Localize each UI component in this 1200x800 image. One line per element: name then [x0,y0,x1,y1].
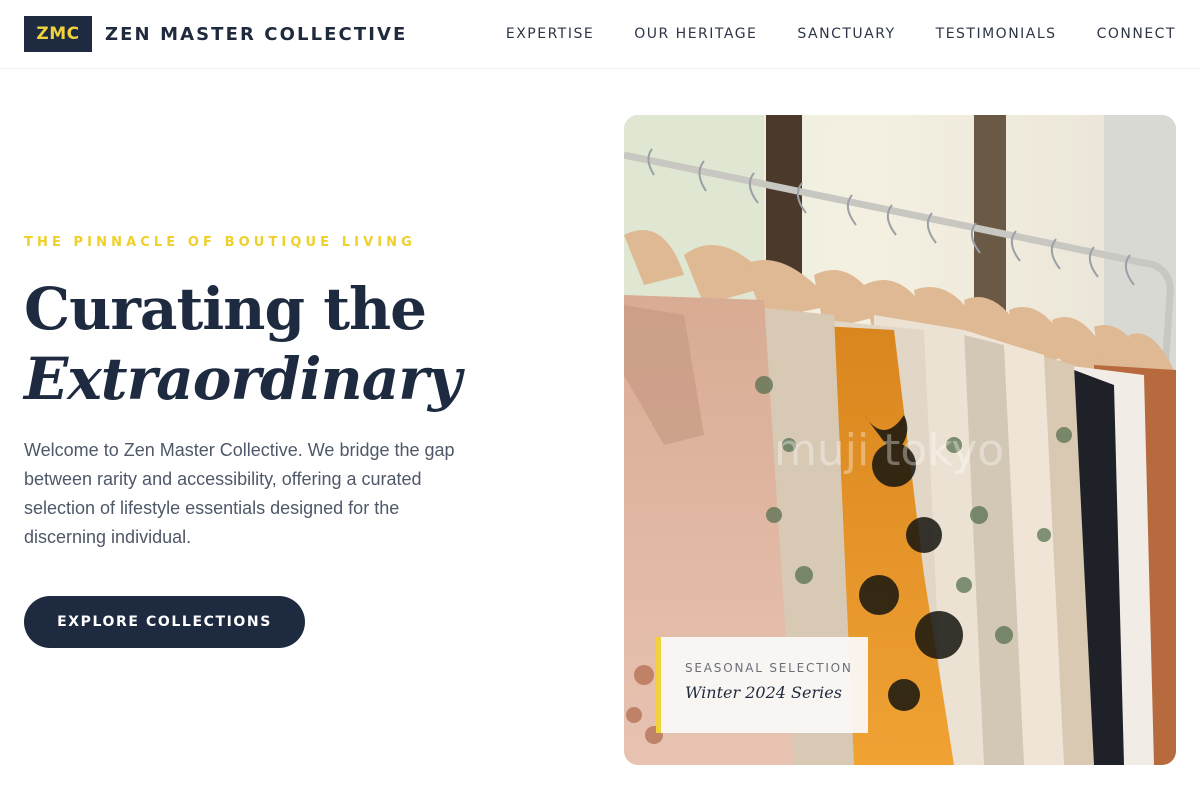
hero-headline: Curating the Extraordinary [24,274,494,414]
caption-title: Winter 2024 Series [685,683,842,702]
nav-link-testimonials[interactable]: TESTIMONIALS [936,26,1057,42]
headline-line-2: Extraordinary [24,345,462,413]
brand[interactable]: ZMC ZEN MASTER COLLECTIVE [24,16,407,52]
seasonal-caption-card[interactable]: SEASONAL SELECTION Winter 2024 Series [656,637,868,733]
nav-link-connect[interactable]: CONNECT [1097,26,1176,42]
cta-label: EXPLORE COLLECTIONS [57,614,272,630]
nav-link-our-heritage[interactable]: OUR HERITAGE [634,26,757,42]
caption-label: SEASONAL SELECTION [685,661,853,675]
image-watermark: muji tokyo [774,425,1004,476]
nav-link-sanctuary[interactable]: SANCTUARY [797,26,895,42]
hero-eyebrow: THE PINNACLE OF BOUTIQUE LIVING [24,235,416,250]
site-header: ZMC ZEN MASTER COLLECTIVE EXPERTISE OUR … [0,0,1200,69]
explore-collections-button[interactable]: EXPLORE COLLECTIONS [24,596,305,648]
logo-mark[interactable]: ZMC [24,16,92,52]
hero-intro: Welcome to Zen Master Collective. We bri… [24,440,455,547]
main-nav: EXPERTISE OUR HERITAGE SANCTUARY TESTIMO… [506,26,1176,42]
headline-line-1: Curating the [24,275,427,343]
logo-text: ZMC [36,24,80,44]
nav-link-expertise[interactable]: EXPERTISE [506,26,594,42]
clothing-rack-image: muji tokyo SEASONAL SELECTION Winter 202… [624,115,1176,765]
hero-text-block: THE PINNACLE OF BOUTIQUE LIVING Curating… [24,235,494,648]
brand-name[interactable]: ZEN MASTER COLLECTIVE [105,24,407,45]
